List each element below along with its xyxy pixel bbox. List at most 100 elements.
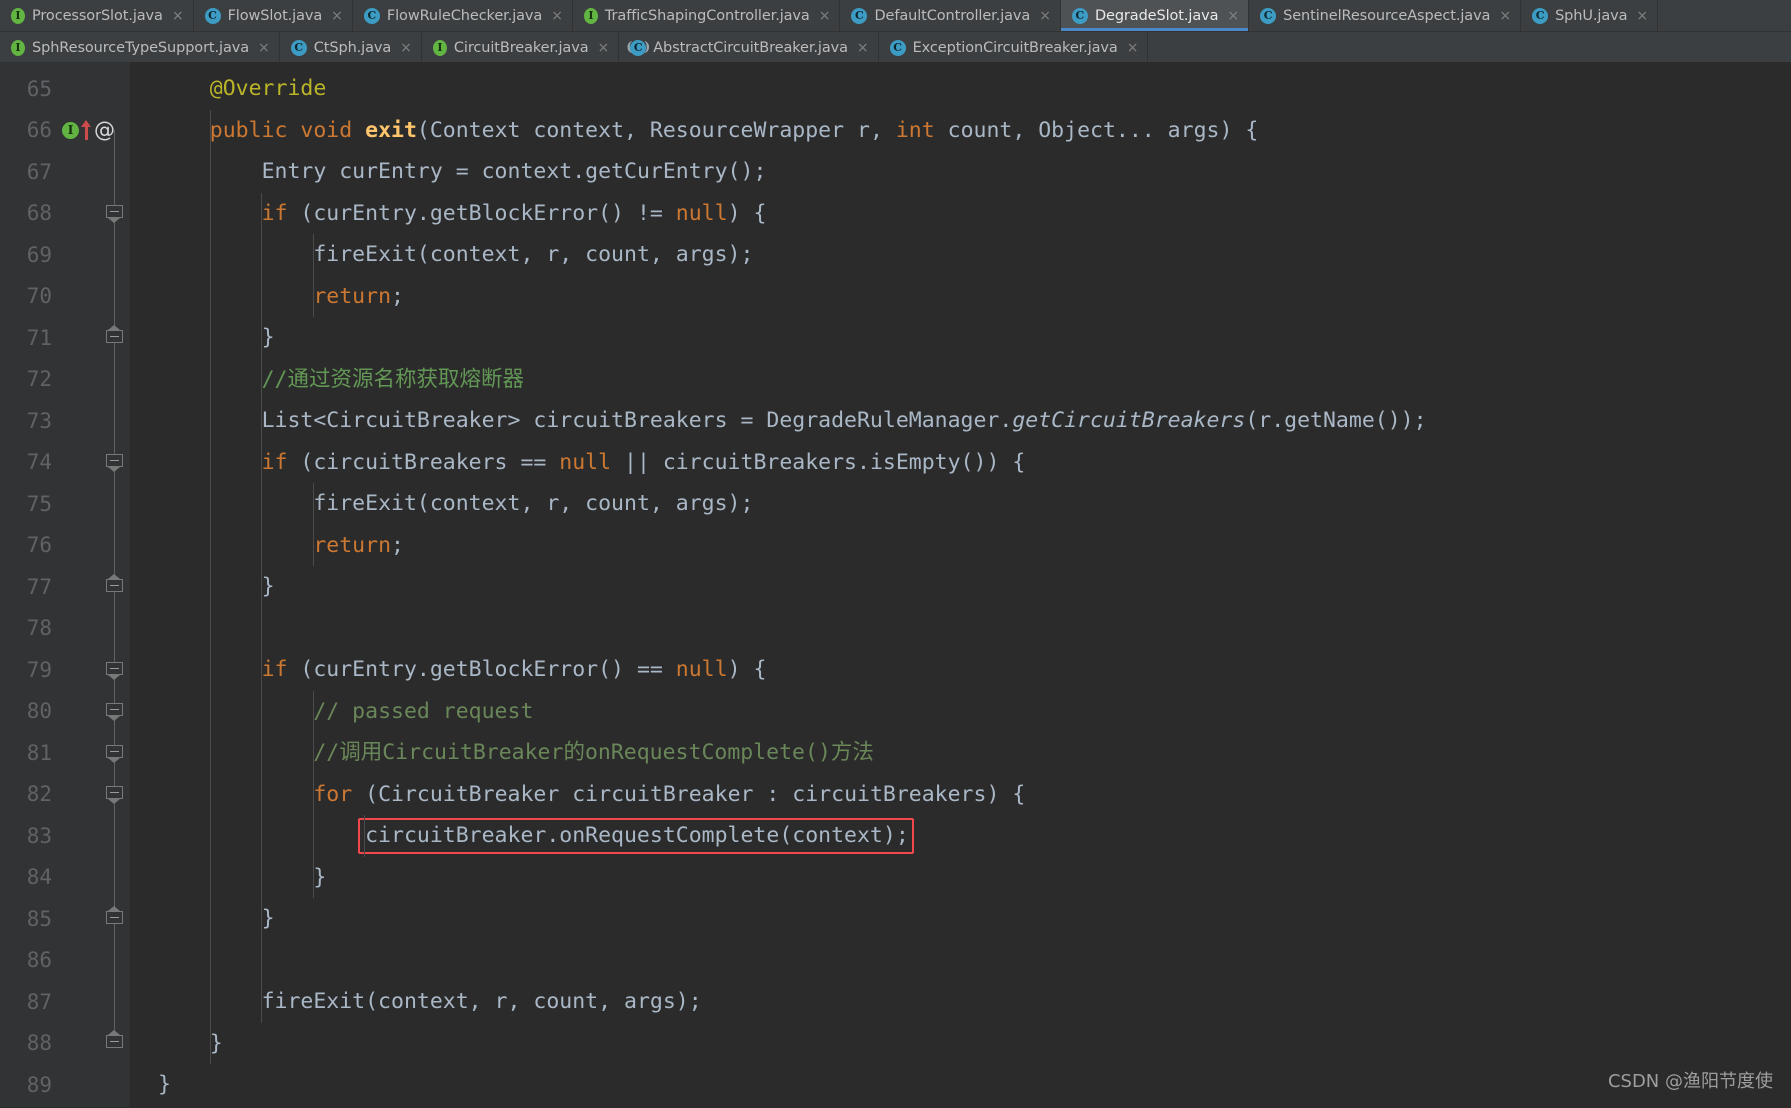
editor-tab-degradeslot[interactable]: C DegradeSlot.java × (1060, 0, 1250, 31)
gutter-line[interactable]: 85 (0, 898, 130, 940)
code-line-66[interactable]: public void exit(Context context, Resour… (130, 110, 1791, 152)
gutter-line[interactable]: 70 (0, 276, 130, 318)
gutter-line[interactable]: 87 (0, 981, 130, 1023)
annotation-at-icon[interactable]: @ (94, 119, 115, 141)
gutter-line[interactable]: 66 I @ (0, 110, 130, 152)
code-line-82[interactable]: for (CircuitBreaker circuitBreaker : cir… (130, 774, 1791, 816)
editor-tab-circuitbreaker[interactable]: I CircuitBreaker.java × (421, 32, 620, 62)
code-line-78[interactable] (130, 608, 1791, 650)
gutter-line[interactable]: 79 (0, 649, 130, 691)
code-token: ) { (727, 200, 767, 226)
editor-tab-sphresourcetypesupport[interactable]: I SphResourceTypeSupport.java × (0, 32, 280, 62)
code-line-65[interactable]: @Override (130, 68, 1791, 110)
gutter-line[interactable]: 72 (0, 359, 130, 401)
gutter-line[interactable]: 74 (0, 442, 130, 484)
editor-tab-bar-row-1[interactable]: I ProcessorSlot.java × C FlowSlot.java × C Flow… (0, 0, 1791, 31)
editor-tab-ctsph[interactable]: C CtSph.java × (279, 32, 422, 62)
gutter-line[interactable]: 71 (0, 317, 130, 359)
line-number: 69 (26, 242, 52, 267)
gutter-line[interactable]: 77 (0, 566, 130, 608)
gutter-line[interactable]: 73 (0, 400, 130, 442)
line-number: 67 (26, 159, 52, 184)
override-up-arrow-icon[interactable] (81, 120, 92, 141)
code-line-86[interactable] (130, 940, 1791, 982)
code-line-79[interactable]: if (curEntry.getBlockError() == null) { (130, 649, 1791, 691)
implementing-method-icon[interactable]: I (62, 121, 79, 139)
editor-tab-flowslot[interactable]: C FlowSlot.java × (193, 0, 353, 31)
gutter-line[interactable]: 89 (0, 1064, 130, 1106)
code-line-83[interactable]: circuitBreaker.onRequestComplete(context… (130, 815, 1791, 857)
code-line-74[interactable]: if (circuitBreakers == null || circuitBr… (130, 442, 1791, 484)
close-icon[interactable]: × (1497, 9, 1511, 23)
code-line-67[interactable]: Entry curEntry = context.getCurEntry(); (130, 151, 1791, 193)
editor-tab-processorslot[interactable]: I ProcessorSlot.java × (0, 0, 194, 31)
editor-tab-abstractcircuitbreaker[interactable]: CAbstractCircuitBreaker.java × (619, 32, 879, 62)
gutter-line[interactable]: 67 (0, 151, 130, 193)
gutter-line[interactable]: 65 (0, 68, 130, 110)
close-icon[interactable]: × (1125, 41, 1139, 55)
code-line-72[interactable]: //通过资源名称获取熔断器 (130, 359, 1791, 401)
gutter-line[interactable]: 83 (0, 815, 130, 857)
code-line-85[interactable]: } (130, 898, 1791, 940)
code-line-87[interactable]: fireExit(context, r, count, args); (130, 981, 1791, 1023)
code-line-70[interactable]: return; (130, 276, 1791, 318)
editor-tab-bar-row-2[interactable]: I SphResourceTypeSupport.java × C CtSph.java… (0, 31, 1791, 62)
code-token: fireExit(context, r, count, args); (313, 491, 754, 516)
close-icon[interactable]: × (817, 9, 831, 23)
line-number: 77 (26, 574, 52, 599)
code-line-77[interactable]: } (130, 566, 1791, 608)
code-content-area[interactable]: @Override public void exit(Context conte… (130, 62, 1791, 1107)
close-icon[interactable]: × (170, 9, 184, 23)
editor-tab-defaultcontroller[interactable]: C DefaultController.java × (840, 0, 1061, 31)
close-icon[interactable]: × (256, 41, 270, 55)
gutter-line[interactable]: 88 (0, 1023, 130, 1065)
code-token: for (313, 781, 353, 807)
code-line-84[interactable]: } (130, 857, 1791, 899)
code-line-71[interactable]: } (130, 317, 1791, 359)
gutter-line[interactable]: 81 (0, 732, 130, 774)
code-token: if (261, 200, 288, 226)
code-line-76[interactable]: return; (130, 525, 1791, 567)
interface-icon: I (432, 39, 447, 56)
gutter-line[interactable]: 86 (0, 940, 130, 982)
editor-tab-sentinelresourceaspect[interactable]: C SentinelResourceAspect.java × (1249, 0, 1522, 31)
close-icon[interactable]: × (329, 9, 343, 23)
editor-gutter[interactable]: 65 66 I @67 68 69 70 71 72 73 74 75 76 77 78 79 80 81 82 83… (0, 62, 130, 1107)
gutter-line[interactable]: 82 (0, 774, 130, 816)
editor-tab-trafficshapingcontroller[interactable]: I TrafficShapingController.java × (572, 0, 841, 31)
code-line-88[interactable]: } (130, 1023, 1791, 1065)
indent-guide (261, 192, 263, 1023)
close-icon[interactable]: × (398, 41, 412, 55)
code-line-89[interactable]: } (130, 1064, 1791, 1106)
interface-icon: I (11, 39, 25, 56)
close-icon[interactable]: × (549, 9, 563, 23)
editor-tab-label: DegradeSlot.java (1094, 7, 1219, 24)
close-icon[interactable]: × (855, 41, 869, 55)
gutter-line[interactable]: 84 (0, 857, 130, 899)
editor-tab-sphu[interactable]: C SphU.java × (1521, 0, 1659, 31)
code-line-73[interactable]: List<CircuitBreaker> circuitBreakers = D… (130, 400, 1791, 442)
close-icon[interactable]: × (595, 41, 609, 55)
code-line-81[interactable]: //调用CircuitBreaker的onRequestComplete()方法 (130, 732, 1791, 774)
gutter-line[interactable]: 68 (0, 193, 130, 235)
editor-tab-flowrulechecker[interactable]: C FlowRuleChecker.java × (352, 0, 573, 31)
line-number: 73 (26, 408, 52, 433)
code-token: fireExit(context, r, count, args); (261, 989, 702, 1014)
close-icon[interactable]: × (1037, 9, 1051, 23)
code-line-75[interactable]: fireExit(context, r, count, args); (130, 483, 1791, 525)
close-icon[interactable]: × (1225, 9, 1239, 23)
gutter-line[interactable]: 76 (0, 525, 130, 567)
close-icon[interactable]: × (1634, 9, 1648, 23)
code-line-80[interactable]: // passed request (130, 691, 1791, 733)
editor-tab-exceptioncircuitbreaker[interactable]: C ExceptionCircuitBreaker.java × (878, 32, 1149, 62)
gutter-line[interactable]: 78 (0, 608, 130, 650)
gutter-line[interactable]: 75 (0, 483, 130, 525)
code-line-68[interactable]: if (curEntry.getBlockError() != null) { (130, 193, 1791, 235)
gutter-line[interactable]: 80 (0, 691, 130, 733)
gutter-markers[interactable]: I @ (58, 119, 115, 141)
code-token: (r.getName()); (1245, 408, 1427, 433)
code-line-69[interactable]: fireExit(context, r, count, args); (130, 234, 1791, 276)
gutter-line[interactable]: 69 (0, 234, 130, 276)
code-editor[interactable]: 65 66 I @67 68 69 70 71 72 73 74 75 76 77 78 79 80 81 82 83… (0, 62, 1791, 1107)
code-token: null (559, 449, 612, 475)
